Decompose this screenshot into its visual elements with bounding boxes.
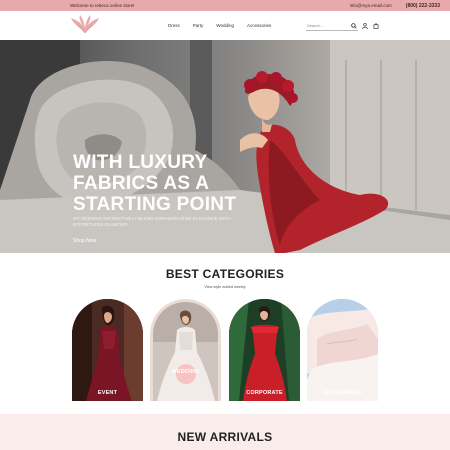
category-label-accessories: ACCEORIESS [323, 390, 362, 396]
corporate-image [229, 299, 300, 401]
nav-item-dress[interactable]: Dress [168, 23, 180, 28]
hero-subtitle: MY DESIGNS INSTINCTIVELY BLEND SOPHISTIC… [73, 216, 231, 227]
category-label-wedding: WEDDING [171, 369, 200, 375]
accessories-image [307, 299, 378, 401]
main-nav: Dress Party Wedding Accessories [168, 11, 271, 40]
category-label-event: EVENT [97, 390, 118, 396]
hero-title: WITH LUXURY FABRICS AS A STARTING POINT [73, 152, 263, 215]
event-image [72, 299, 143, 401]
hero-banner: WITH LUXURY FABRICS AS A STARTING POINT … [0, 40, 450, 253]
new-arrivals-heading: NEW ARRIVALS [177, 430, 273, 444]
category-label-corporate: CORPORATE [246, 390, 283, 396]
hero-title-line-3: STARTING POINT [73, 194, 237, 215]
nav-item-party[interactable]: Party [193, 23, 204, 28]
category-card-corporate[interactable]: CORPORATE [229, 299, 300, 401]
welcome-text: Welcome to rebeca online store! [70, 3, 135, 8]
categories-subtitle: View style added weekly [204, 285, 246, 289]
category-card-wedding[interactable]: WEDDING [150, 299, 221, 401]
cart-icon[interactable] [372, 22, 380, 30]
user-icon[interactable] [361, 22, 369, 30]
nav-item-wedding[interactable]: Wedding [216, 23, 234, 28]
category-card-event[interactable]: EVENT [72, 299, 143, 401]
nav-item-accessories[interactable]: Accessories [247, 23, 271, 28]
contact-email[interactable]: info@rsya.email.com [350, 3, 392, 8]
wedding-image [153, 302, 218, 401]
categories-heading: BEST CATEGORIES [165, 267, 285, 281]
category-card-accessories[interactable]: ACCEORIESS [307, 299, 378, 401]
site-header: Dress Party Wedding Accessories Search..… [0, 11, 450, 40]
search-placeholder: Search... [307, 23, 324, 28]
brand-logo[interactable] [68, 13, 102, 39]
hero-title-line-2: FABRICS AS A [73, 173, 210, 194]
contact-phone[interactable]: (800) 222-3333 [406, 3, 440, 9]
hero-title-line-1: WITH LUXURY [73, 152, 208, 173]
announcement-bar: Welcome to rebeca online store! info@rsy… [0, 0, 450, 11]
search-icon[interactable] [350, 22, 358, 30]
shop-now-link[interactable]: Shop Now [73, 238, 96, 244]
